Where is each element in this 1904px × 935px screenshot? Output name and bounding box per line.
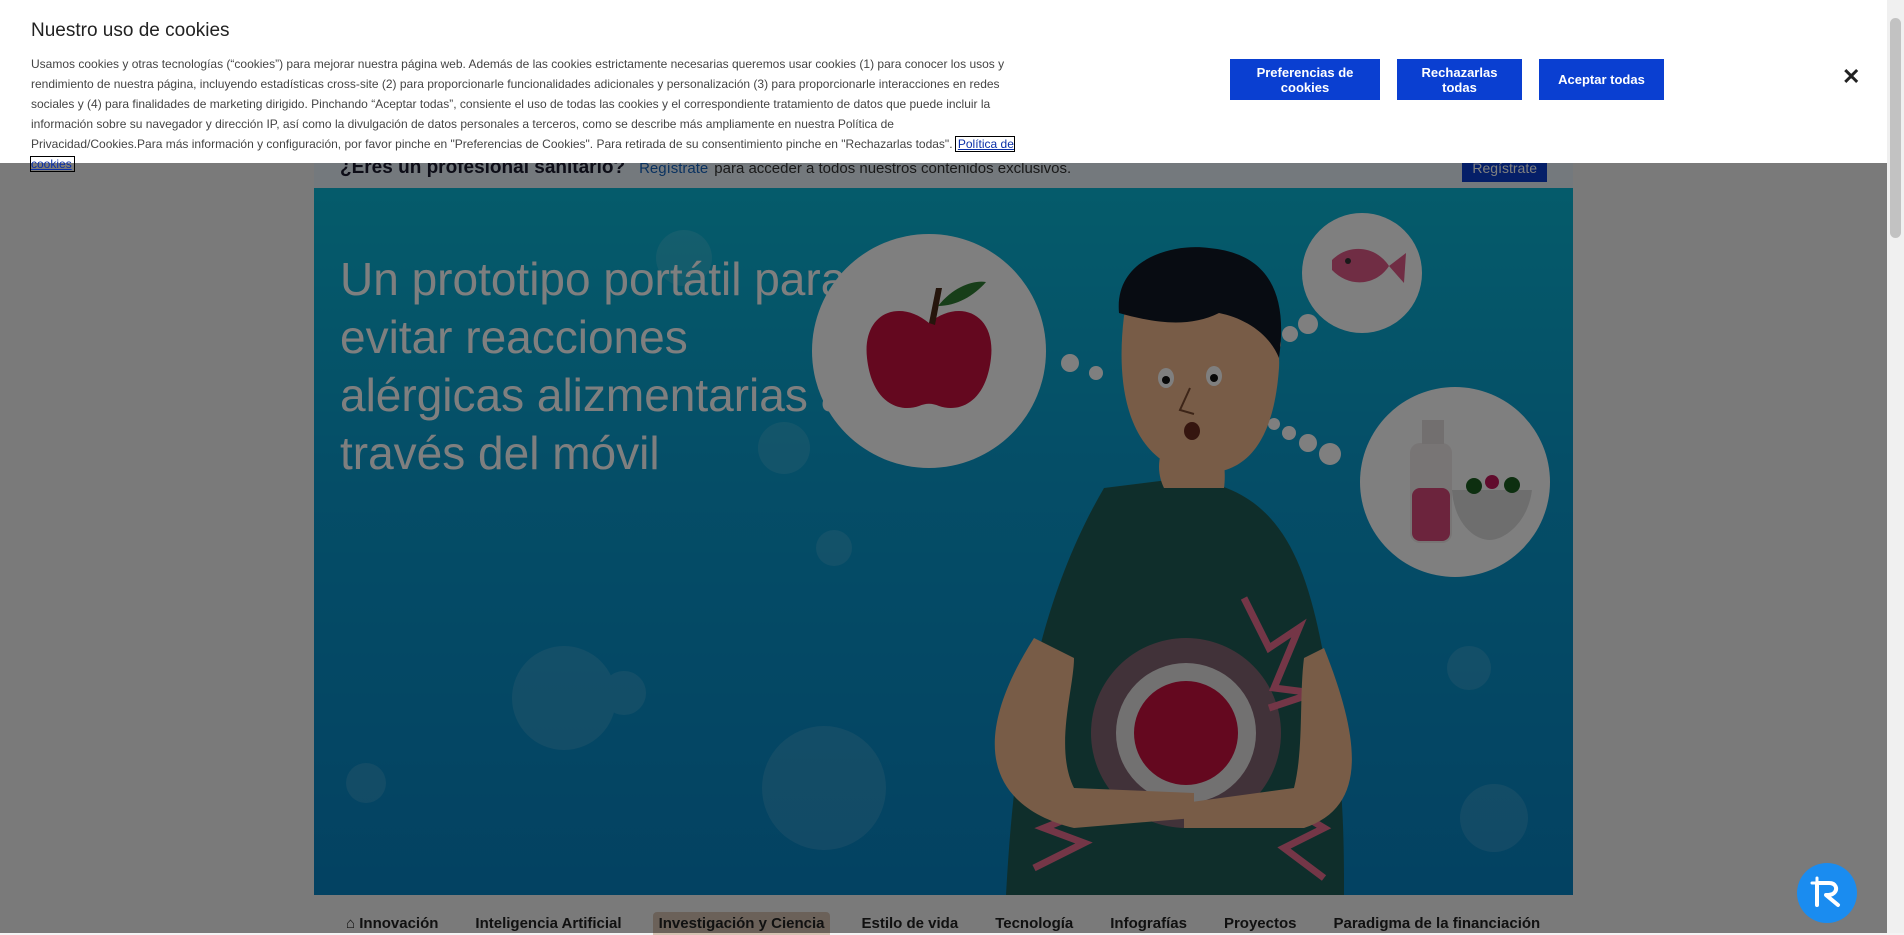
scrollbar-thumb[interactable] (1890, 18, 1901, 238)
accessibility-icon (1810, 876, 1840, 907)
vertical-scrollbar[interactable] (1887, 0, 1904, 933)
cookie-banner-text: Usamos cookies y otras tecnologías (“coo… (30, 54, 1025, 174)
accept-all-button[interactable]: Aceptar todas (1539, 59, 1664, 100)
cookie-banner-title: Nuestro uso de cookies (31, 20, 230, 41)
reject-all-button[interactable]: Rechazarlas todas (1397, 59, 1522, 100)
cookie-banner-body: Usamos cookies y otras tecnologías (“coo… (31, 57, 1005, 151)
cookie-banner: Nuestro uso de cookies Usamos cookies y … (0, 0, 1887, 172)
close-icon[interactable]: ✕ (1842, 66, 1860, 88)
cookie-preferences-button[interactable]: Preferencias de cookies (1230, 59, 1380, 100)
accessibility-button[interactable] (1797, 863, 1857, 923)
